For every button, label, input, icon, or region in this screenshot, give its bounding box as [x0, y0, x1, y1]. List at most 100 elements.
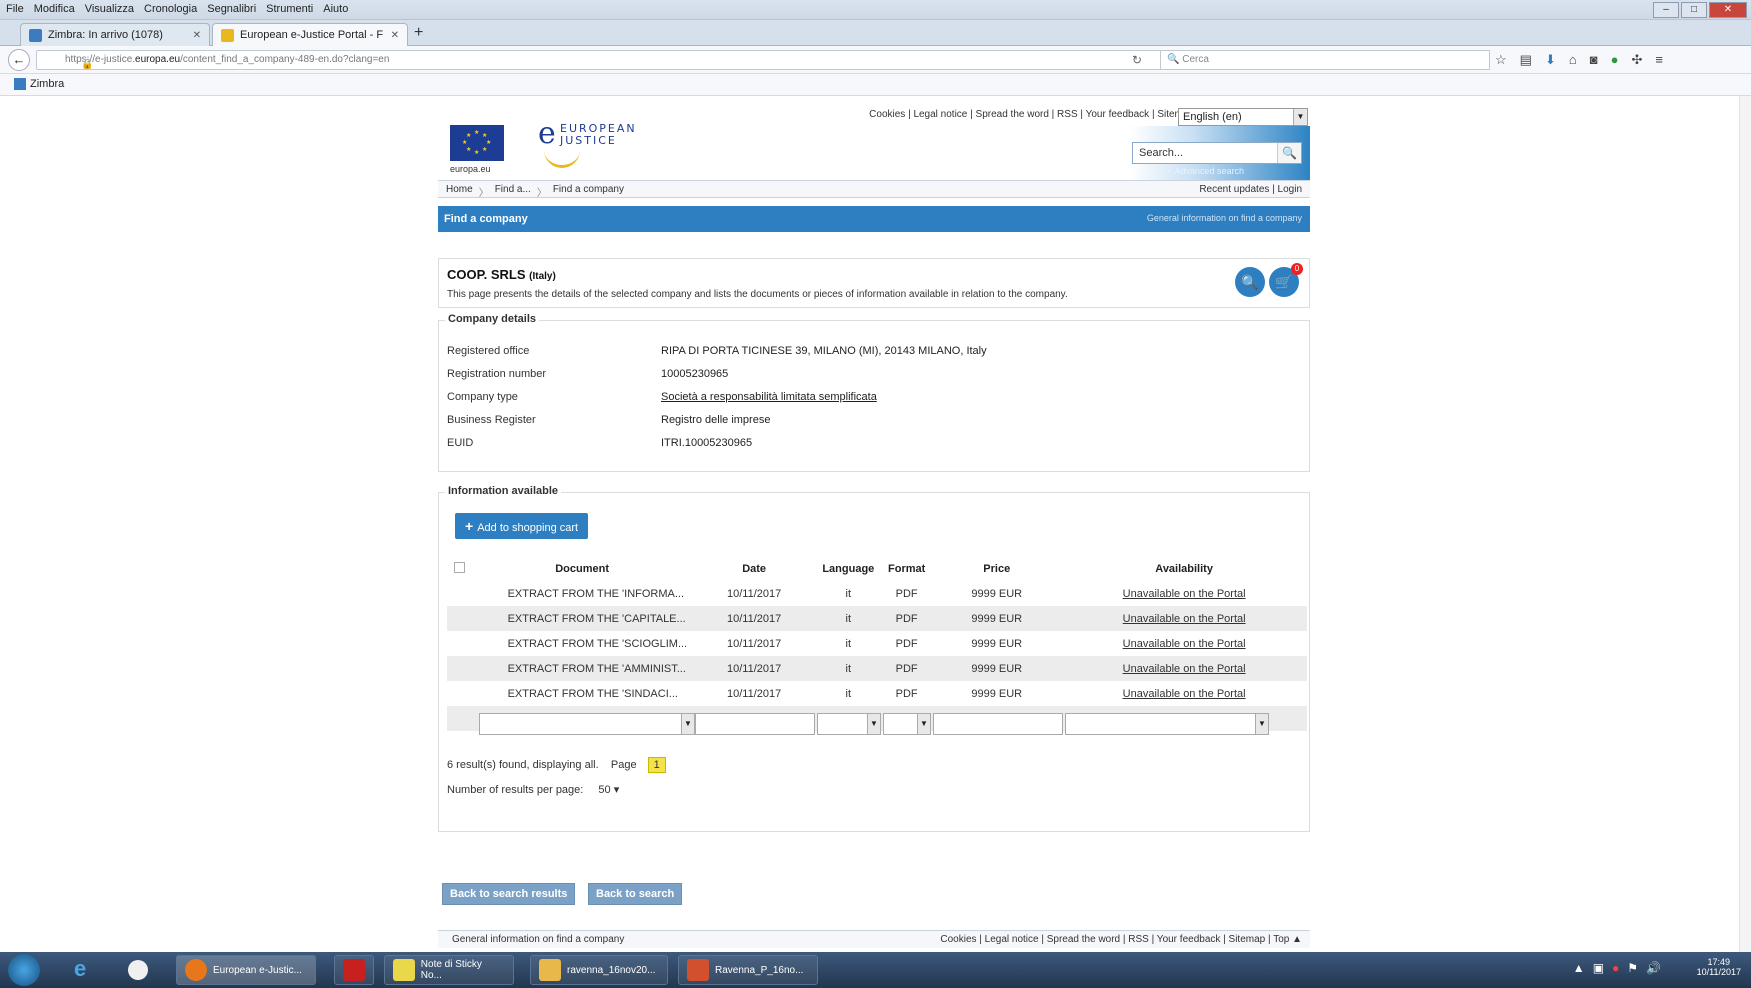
availability-cell[interactable]: Unavailable on the Portal [1061, 656, 1307, 681]
maximize-button[interactable]: □ [1681, 2, 1707, 18]
window-controls: – □ ✕ [1653, 2, 1747, 18]
clock-date: 10/11/2017 [1696, 967, 1741, 977]
business-register-label: Business Register [447, 414, 536, 426]
column-header-document[interactable]: Document [472, 557, 693, 581]
browser-search-input[interactable]: 🔍 Cerca [1160, 50, 1490, 70]
taskbar-firefox[interactable]: European e-Justic... [176, 955, 316, 985]
advanced-search-link[interactable]: + Advanced search [1167, 166, 1244, 176]
menu-visualizza[interactable]: Visualizza [85, 3, 134, 15]
add-to-shopping-cart-button[interactable]: + Add to shopping cart [455, 513, 589, 539]
hamburger-menu-icon[interactable]: ≡ [1655, 52, 1663, 68]
table-row[interactable]: EXTRACT FROM THE 'INFORMA... 10/11/2017 … [447, 581, 1307, 606]
extension-icon[interactable]: ● [1611, 52, 1619, 68]
availability-filter-select[interactable]: ▼ [1065, 713, 1269, 735]
table-row[interactable]: EXTRACT FROM THE 'SINDACI... 10/11/2017 … [447, 681, 1307, 706]
user-links[interactable]: Recent updates | Login [1199, 184, 1302, 195]
tab-ejustice[interactable]: European e-Justice Portal - F ✕ [212, 23, 408, 46]
close-tab-icon[interactable]: ✕ [391, 30, 399, 41]
document-filter-select[interactable]: ▼ [479, 713, 695, 735]
reading-list-icon[interactable]: ▤ [1520, 52, 1532, 68]
price-filter-input[interactable] [933, 713, 1063, 735]
bookmark-zimbra[interactable]: Zimbra [14, 78, 64, 90]
back-to-search-results-button[interactable]: Back to search results [442, 883, 576, 905]
bookmarks-bar: Zimbra [0, 74, 1751, 96]
table-row[interactable]: EXTRACT FROM THE 'SCIOGLIM... 10/11/2017… [447, 631, 1307, 656]
close-tab-icon[interactable]: ✕ [193, 30, 201, 41]
select-all-checkbox[interactable] [453, 562, 465, 573]
download-icon[interactable]: ⬇ [1545, 52, 1556, 68]
menu-file[interactable]: File [6, 3, 24, 15]
vertical-scrollbar[interactable] [1739, 96, 1751, 952]
document-cell: EXTRACT FROM THE 'CAPITALE... [471, 606, 693, 631]
taskbar-firefox-label: European e-Justic... [213, 964, 302, 976]
availability-cell[interactable]: Unavailable on the Portal [1061, 606, 1307, 631]
menu-strumenti[interactable]: Strumenti [266, 3, 313, 15]
availability-cell[interactable]: Unavailable on the Portal [1061, 631, 1307, 656]
reload-icon[interactable]: ↻ [1132, 53, 1142, 67]
tray-volume-icon[interactable]: 🔊 [1646, 961, 1661, 975]
tab-zimbra[interactable]: Zimbra: In arrivo (1078) ✕ [20, 23, 210, 46]
search-round-button[interactable]: 🔍 [1235, 267, 1265, 297]
general-info-link[interactable]: General information on find a company [1147, 213, 1302, 223]
tray-security-icon[interactable]: ● [1612, 961, 1619, 975]
format-filter-select[interactable]: ▼ [883, 713, 931, 735]
taskbar-acrobat[interactable] [334, 955, 374, 985]
language-select[interactable]: English (en) ▼ [1178, 108, 1308, 126]
windows-taskbar: e European e-Justic... Note di Sticky No… [0, 952, 1751, 988]
navigation-bar: ← 🔒 https://e-justice.europa.eu/content_… [0, 46, 1751, 74]
taskbar-folder[interactable]: ravenna_16nov20... [530, 955, 668, 985]
footer-links[interactable]: Cookies | Legal notice | Spread the word… [940, 934, 1302, 945]
company-type-value[interactable]: Società a responsabilità limitata sempli… [661, 391, 877, 403]
close-window-button[interactable]: ✕ [1709, 2, 1747, 18]
availability-cell[interactable]: Unavailable on the Portal [1061, 681, 1307, 706]
per-page-select[interactable]: 50 ▾ [598, 783, 619, 796]
taskbar-powerpoint[interactable]: Ravenna_P_16no... [678, 955, 818, 985]
availability-cell[interactable]: Unavailable on the Portal [1061, 581, 1307, 606]
puzzle-icon[interactable]: ✣ [1631, 52, 1642, 68]
registered-office-label: Registered office [447, 345, 530, 357]
tray-arrow-icon[interactable]: ▲ [1573, 961, 1585, 975]
top-links[interactable]: Cookies | Legal notice | Spread the word… [869, 109, 1194, 120]
table-row[interactable]: EXTRACT FROM THE 'AMMINIST... 10/11/2017… [447, 656, 1307, 681]
table-row[interactable]: EXTRACT FROM THE 'CAPITALE... 10/11/2017… [447, 606, 1307, 631]
page-number-button[interactable]: 1 [647, 757, 666, 773]
media-player-icon[interactable] [128, 960, 148, 980]
pocket-icon[interactable]: ◙ [1590, 52, 1598, 68]
eu-flag-logo[interactable]: ★ ★ ★ ★ ★ ★ ★ ★ [450, 125, 504, 161]
new-tab-icon[interactable]: + [414, 24, 423, 42]
menu-aiuto[interactable]: Aiuto [323, 3, 348, 15]
url-bar[interactable]: 🔒 https://e-justice.europa.eu/content_fi… [36, 50, 1166, 70]
back-arrow-icon[interactable]: ← [8, 49, 30, 71]
breadcrumb-home[interactable]: Home [446, 184, 473, 199]
site-search-placeholder: Search... [1139, 147, 1184, 159]
e-justice-logo[interactable]: e EUROPEAN JUSTICE [534, 114, 654, 174]
system-clock[interactable]: 17:49 10/11/2017 [1697, 957, 1741, 977]
search-icon[interactable]: 🔍 [1277, 143, 1301, 163]
column-header-availability[interactable]: Availability [1061, 557, 1307, 581]
date-filter-input[interactable] [695, 713, 815, 735]
taskbar-sticky-notes[interactable]: Note di Sticky No... [384, 955, 514, 985]
menu-cronologia[interactable]: Cronologia [144, 3, 197, 15]
column-header-format[interactable]: Format [881, 557, 932, 581]
tray-flag-icon[interactable]: ⚑ [1627, 961, 1638, 975]
acrobat-icon [343, 959, 365, 981]
column-header-language[interactable]: Language [816, 557, 882, 581]
company-country: (Italy) [529, 271, 556, 282]
breadcrumb-find[interactable]: Find a... [495, 184, 531, 199]
back-to-search-button[interactable]: Back to search [588, 883, 683, 905]
breadcrumb-find-company[interactable]: Find a company [553, 184, 624, 199]
column-header-date[interactable]: Date [693, 557, 816, 581]
menu-modifica[interactable]: Modifica [34, 3, 75, 15]
internet-explorer-icon[interactable]: e [74, 956, 86, 982]
tray-network-icon[interactable]: ▣ [1593, 961, 1604, 975]
home-icon[interactable]: ⌂ [1569, 52, 1577, 68]
column-header-price[interactable]: Price [932, 557, 1061, 581]
minimize-button[interactable]: – [1653, 2, 1679, 18]
language-filter-select[interactable]: ▼ [817, 713, 881, 735]
bookmark-star-icon[interactable]: ☆ [1495, 52, 1507, 68]
footer-general-info-link[interactable]: General information on find a company [452, 934, 624, 945]
menu-segnalibri[interactable]: Segnalibri [207, 3, 256, 15]
start-button-icon[interactable] [8, 954, 40, 986]
site-search-input[interactable]: Search... 🔍 [1132, 142, 1302, 164]
format-cell: PDF [881, 606, 933, 631]
